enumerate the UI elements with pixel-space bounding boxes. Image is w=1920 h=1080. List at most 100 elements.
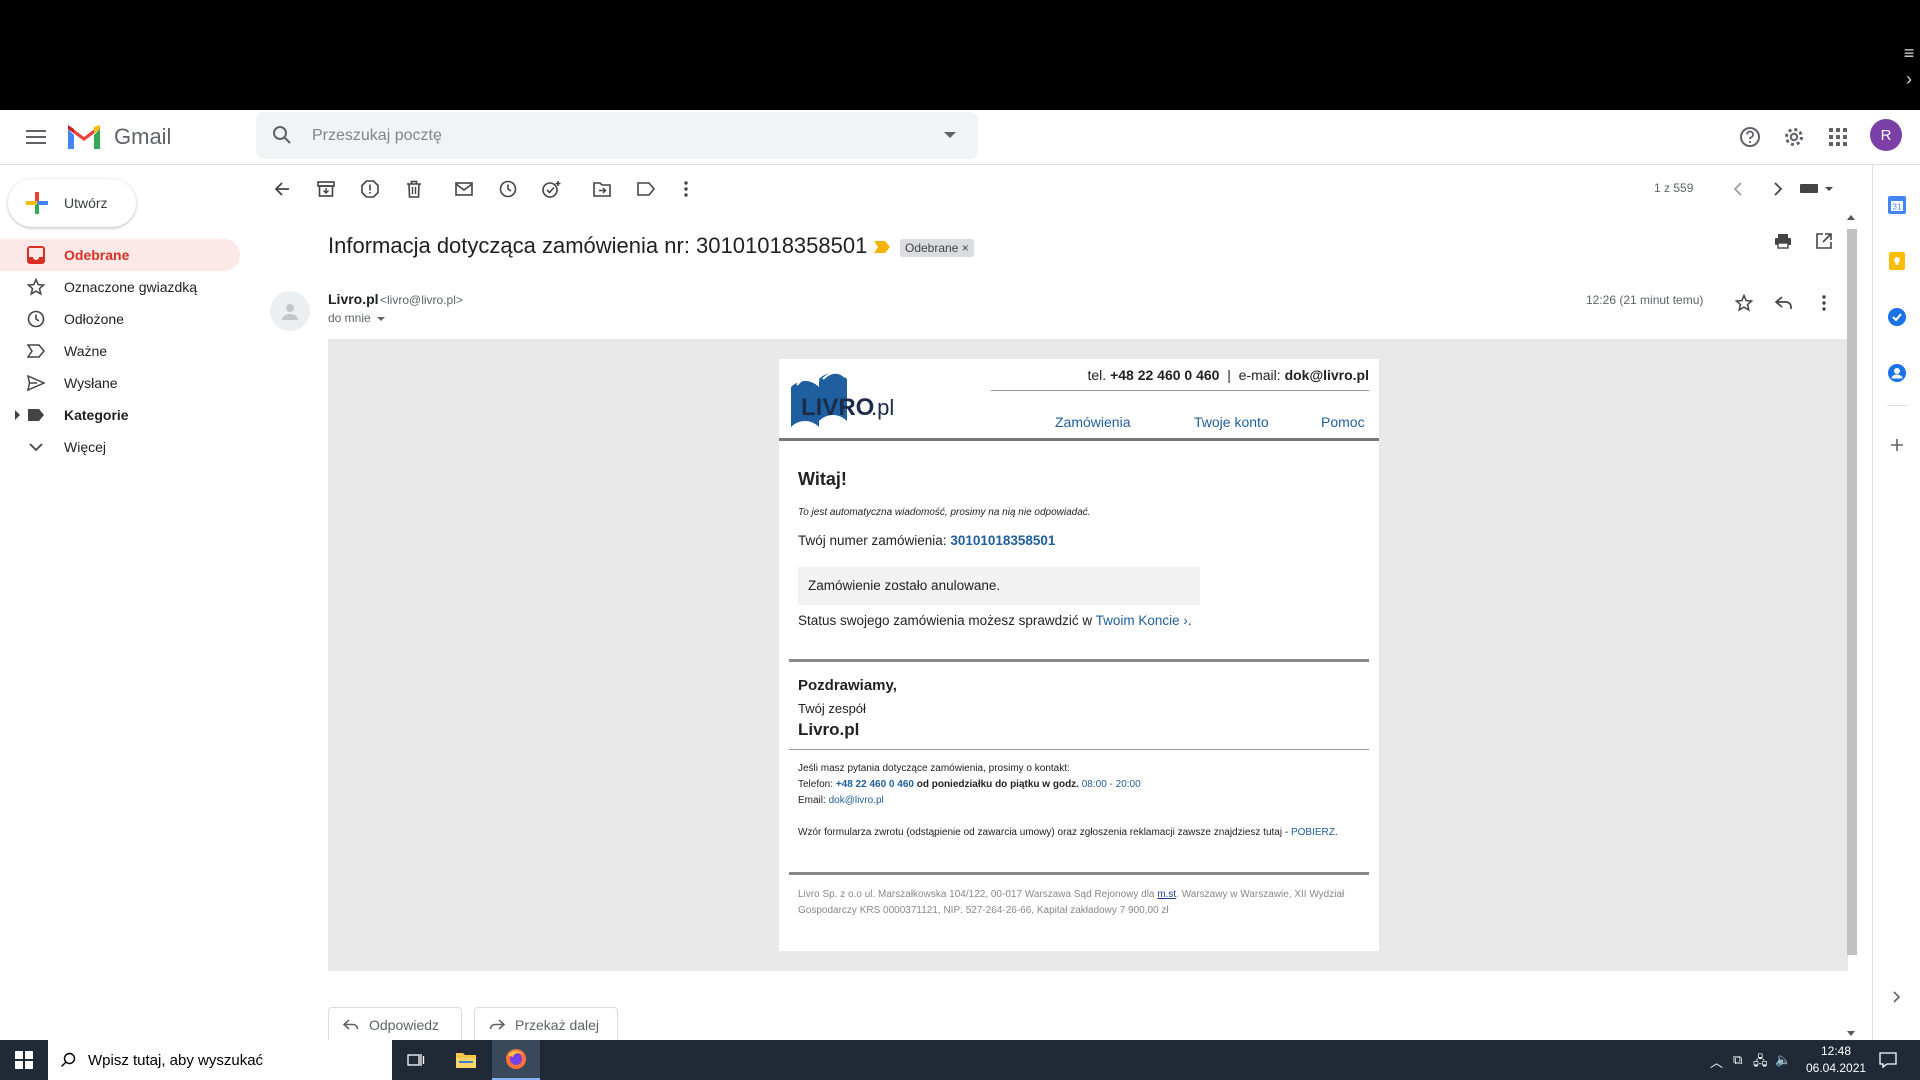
account-avatar[interactable]: R: [1870, 119, 1902, 151]
section-divider: [789, 659, 1369, 662]
compose-plus-icon: [26, 192, 48, 214]
message-more-button[interactable]: [1812, 291, 1836, 315]
tray-overflow-icon[interactable]: ︿: [1710, 1052, 1723, 1071]
phone-link[interactable]: +48 22 460 0 460: [836, 779, 914, 790]
input-tools-button[interactable]: [1796, 177, 1836, 201]
sidebar-item-important[interactable]: Ważne: [0, 335, 240, 367]
livro-logo[interactable]: LIVRO .pl: [789, 365, 909, 431]
sidebar-item-inbox[interactable]: Odebrane: [0, 239, 240, 271]
plus-icon: [1891, 439, 1903, 451]
older-button[interactable]: [1766, 177, 1790, 201]
message-counter: 1 z 559: [1654, 181, 1694, 195]
scroll-up-arrow-icon[interactable]: [1847, 215, 1855, 220]
search-bar[interactable]: [256, 112, 978, 159]
email-link[interactable]: dok@livro.pl: [829, 795, 884, 806]
edge-menu-icon[interactable]: ≡ ›: [1898, 40, 1920, 100]
recipient-details[interactable]: do mnie: [328, 311, 386, 325]
sidebar-item-label: Kategorie: [64, 407, 129, 423]
file-explorer-button[interactable]: [442, 1040, 490, 1080]
calendar-addon[interactable]: 31: [1885, 193, 1909, 217]
team-line: Twój zespół: [798, 701, 866, 716]
email-card: LIVRO .pl tel. +48 22 460 0 460 | e-mail…: [779, 359, 1379, 951]
delete-button[interactable]: [402, 177, 426, 201]
folder-move-icon: [593, 182, 611, 197]
start-button[interactable]: [0, 1040, 48, 1080]
tasks-addon[interactable]: [1885, 305, 1909, 329]
report-spam-button[interactable]: [358, 177, 382, 201]
order-number-link[interactable]: 30101018358501: [950, 533, 1055, 548]
help-button[interactable]: [1735, 122, 1765, 152]
open-new-window-icon[interactable]: [1816, 233, 1832, 249]
nav-orders-link[interactable]: Zamówienia: [1055, 414, 1130, 430]
sidebar-item-sent[interactable]: Wysłane: [0, 367, 240, 399]
compose-button[interactable]: Utwórz: [8, 179, 136, 227]
mark-unread-button[interactable]: [452, 177, 476, 201]
search-options-icon[interactable]: [944, 132, 956, 138]
nav-account-link[interactable]: Twoje konto: [1194, 414, 1269, 430]
search-icon[interactable]: [272, 125, 292, 145]
scrollbar-thumb[interactable]: [1847, 229, 1857, 955]
firefox-button[interactable]: [492, 1040, 540, 1080]
keep-icon: [1889, 252, 1905, 270]
move-to-button[interactable]: [590, 177, 614, 201]
sidebar-item-starred[interactable]: Oznaczone gwiazdką: [0, 271, 240, 303]
snooze-button[interactable]: [496, 177, 520, 201]
sender-avatar[interactable]: [270, 291, 310, 331]
clock-time: 12:48: [1820, 1044, 1852, 1058]
label-chip[interactable]: Odebrane ×: [900, 239, 974, 257]
network-icon[interactable]: 🖧: [1753, 1052, 1768, 1074]
legal-text-1: Livro Sp. z o.o ul. Marszałkowska 104/12…: [798, 889, 1155, 900]
add-addon-button[interactable]: [1885, 433, 1909, 457]
return-text: Wzór formularza zwrotu (odstąpienie od z…: [798, 827, 1289, 838]
notifications-button[interactable]: [1868, 1040, 1908, 1080]
volume-icon[interactable]: 🔈: [1775, 1052, 1791, 1068]
main-menu-button[interactable]: [18, 122, 54, 152]
account-link[interactable]: Twoim Koncie ›: [1096, 613, 1188, 628]
hide-panel-button[interactable]: [1885, 985, 1909, 1009]
archive-icon: [317, 181, 335, 197]
message-scrollbar[interactable]: [1844, 213, 1858, 1040]
task-view-button[interactable]: [392, 1040, 440, 1080]
newer-button[interactable]: [1726, 177, 1750, 201]
inbox-icon: [26, 245, 46, 265]
keyboard-icon: [1800, 184, 1833, 193]
settings-button[interactable]: [1779, 122, 1809, 152]
search-input[interactable]: [312, 121, 912, 151]
sidebar-item-more[interactable]: Więcej: [0, 431, 240, 463]
scroll-down-arrow-icon[interactable]: [1847, 1031, 1855, 1036]
gmail-logo[interactable]: Gmail: [66, 120, 171, 154]
contacts-addon[interactable]: [1885, 361, 1909, 385]
taskbar-clock[interactable]: 12:48 06.04.2021: [1806, 1043, 1866, 1077]
add-to-tasks-button[interactable]: [540, 177, 564, 201]
important-marker-icon[interactable]: [874, 241, 890, 253]
reply-button[interactable]: Odpowiedz: [328, 1007, 462, 1040]
reply-icon-button[interactable]: [1772, 291, 1796, 315]
more-actions-button[interactable]: [674, 177, 698, 201]
contact-tel[interactable]: +48 22 460 0 460: [1110, 367, 1219, 383]
onedrive-icon[interactable]: ⧉: [1733, 1052, 1742, 1068]
caret-down-icon[interactable]: [377, 316, 386, 321]
sidebar-item-snoozed[interactable]: Odłożone: [0, 303, 240, 335]
hamburger-icon: [26, 130, 46, 144]
download-link[interactable]: POBIERZ: [1291, 827, 1335, 838]
apps-button[interactable]: [1823, 122, 1853, 152]
back-button[interactable]: [270, 177, 294, 201]
sender-name[interactable]: Livro.pl: [328, 291, 379, 307]
sidebar-item-categories[interactable]: Kategorie: [0, 399, 240, 431]
legal-link[interactable]: m.st: [1157, 889, 1176, 900]
svg-text:LIVRO: LIVRO: [801, 394, 874, 421]
label-remove-icon[interactable]: ×: [962, 241, 969, 255]
phone-hours-label: od poniedziałku do piątku w godz.: [916, 779, 1079, 790]
keep-addon[interactable]: [1885, 249, 1909, 273]
expand-arrow-icon[interactable]: [15, 410, 20, 420]
labels-button[interactable]: [634, 177, 658, 201]
print-icon[interactable]: [1774, 233, 1792, 249]
star-outline-icon: [1735, 294, 1753, 312]
archive-button[interactable]: [314, 177, 338, 201]
taskbar-search[interactable]: Wpisz tutaj, aby wyszukać: [48, 1040, 392, 1080]
contact-email[interactable]: dok@livro.pl: [1285, 367, 1369, 383]
star-message-button[interactable]: [1732, 291, 1756, 315]
forward-button[interactable]: Przekaż dalej: [474, 1007, 618, 1040]
nav-help-link[interactable]: Pomoc: [1321, 414, 1365, 430]
recipient-text: do mnie: [328, 311, 371, 325]
